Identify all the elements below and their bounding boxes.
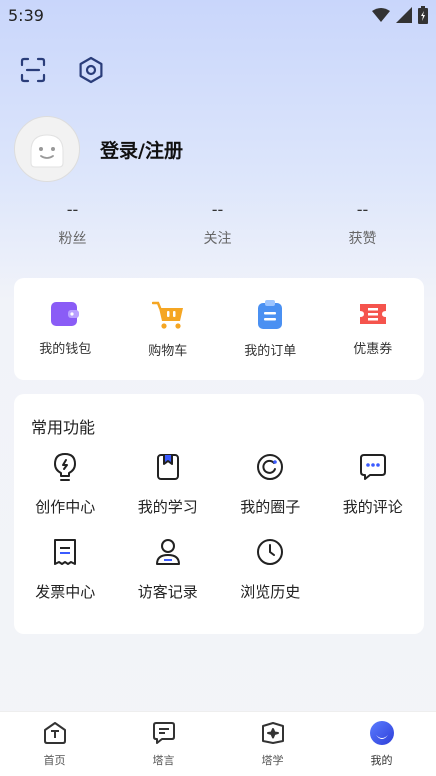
book-icon bbox=[156, 454, 179, 480]
person-icon bbox=[155, 539, 180, 565]
item-label: 我的钱包 bbox=[39, 342, 92, 357]
shopping-cart-button[interactable]: 购物车 bbox=[117, 278, 220, 380]
comment-icon bbox=[359, 454, 386, 480]
item-label: 访客记录 bbox=[137, 583, 198, 601]
my-comments-button[interactable]: 我的评论 bbox=[322, 452, 425, 517]
profile-header[interactable]: 登录/注册 bbox=[14, 116, 183, 182]
tab-tayan[interactable]: 塔言 bbox=[109, 712, 218, 776]
message-icon bbox=[152, 722, 175, 744]
login-register-link[interactable]: 登录/注册 bbox=[100, 136, 183, 163]
learn-icon bbox=[261, 722, 284, 744]
coupons-button[interactable]: 优惠券 bbox=[322, 278, 425, 380]
stat-label: 关注 bbox=[203, 231, 232, 247]
item-label: 我的评论 bbox=[342, 498, 403, 516]
my-circle-button[interactable]: 我的圈子 bbox=[219, 452, 322, 517]
my-learning-button[interactable]: 我的学习 bbox=[117, 452, 220, 517]
item-label: 购物车 bbox=[148, 344, 188, 359]
stats-row: -- 粉丝 -- 关注 -- 获赞 bbox=[0, 200, 436, 248]
tab-taxue[interactable]: 塔学 bbox=[218, 712, 327, 776]
stat-value: -- bbox=[211, 200, 224, 219]
stat-value: -- bbox=[66, 200, 79, 219]
tab-label: 塔学 bbox=[261, 754, 284, 767]
stat-following[interactable]: -- 关注 bbox=[145, 200, 290, 248]
item-label: 我的圈子 bbox=[240, 498, 301, 516]
stat-label: 获赞 bbox=[348, 231, 377, 247]
coupon-icon bbox=[359, 304, 386, 324]
status-bar: 5:39 bbox=[0, 0, 436, 32]
creator-center-button[interactable]: 创作中心 bbox=[14, 452, 117, 517]
item-label: 我的学习 bbox=[137, 498, 198, 516]
item-label: 浏览历史 bbox=[240, 583, 301, 601]
profile-icon bbox=[369, 721, 394, 745]
assets-card: 我的钱包 购物车 我的订单 优惠券 bbox=[14, 278, 424, 380]
status-icons bbox=[372, 6, 428, 24]
status-time: 5:39 bbox=[8, 6, 44, 25]
my-wallet-button[interactable]: 我的钱包 bbox=[14, 278, 117, 380]
item-label: 发票中心 bbox=[35, 583, 96, 601]
order-icon bbox=[258, 300, 283, 329]
cart-icon bbox=[151, 301, 183, 329]
stat-label: 粉丝 bbox=[58, 231, 87, 247]
section-title: 常用功能 bbox=[31, 418, 96, 437]
tab-home[interactable]: 首页 bbox=[0, 712, 109, 776]
common-functions-card: 常用功能 创作中心 我的学习 我的圈子 我的评论 发票中心 访客记录 浏览历史 bbox=[14, 394, 424, 634]
bottom-tab-bar: 首页 塔言 塔学 我的 bbox=[0, 711, 436, 776]
item-label: 优惠券 bbox=[353, 342, 393, 357]
signal-icon bbox=[396, 7, 412, 23]
tab-label: 塔言 bbox=[152, 754, 175, 767]
tab-label: 我的 bbox=[370, 754, 393, 767]
wifi-icon bbox=[372, 8, 390, 22]
default-avatar-icon bbox=[30, 134, 64, 168]
clock-icon bbox=[257, 539, 284, 565]
scan-icon[interactable] bbox=[18, 55, 48, 85]
wallet-icon bbox=[51, 302, 80, 326]
avatar[interactable] bbox=[14, 116, 80, 182]
my-orders-button[interactable]: 我的订单 bbox=[219, 278, 322, 380]
invoice-icon bbox=[54, 539, 77, 565]
home-icon bbox=[43, 722, 66, 744]
invoice-center-button[interactable]: 发票中心 bbox=[14, 537, 117, 602]
stat-likes[interactable]: -- 获赞 bbox=[290, 200, 435, 248]
settings-icon[interactable] bbox=[76, 55, 106, 85]
browse-history-button[interactable]: 浏览历史 bbox=[219, 537, 322, 602]
tab-mine[interactable]: 我的 bbox=[327, 712, 436, 776]
battery-icon bbox=[418, 6, 428, 24]
stat-value: -- bbox=[356, 200, 369, 219]
stat-fans[interactable]: -- 粉丝 bbox=[0, 200, 145, 248]
tab-label: 首页 bbox=[43, 754, 66, 767]
circle-icon bbox=[257, 454, 284, 480]
visitor-records-button[interactable]: 访客记录 bbox=[117, 537, 220, 602]
bulb-icon bbox=[54, 453, 77, 481]
item-label: 我的订单 bbox=[244, 344, 297, 359]
item-label: 创作中心 bbox=[35, 498, 96, 516]
